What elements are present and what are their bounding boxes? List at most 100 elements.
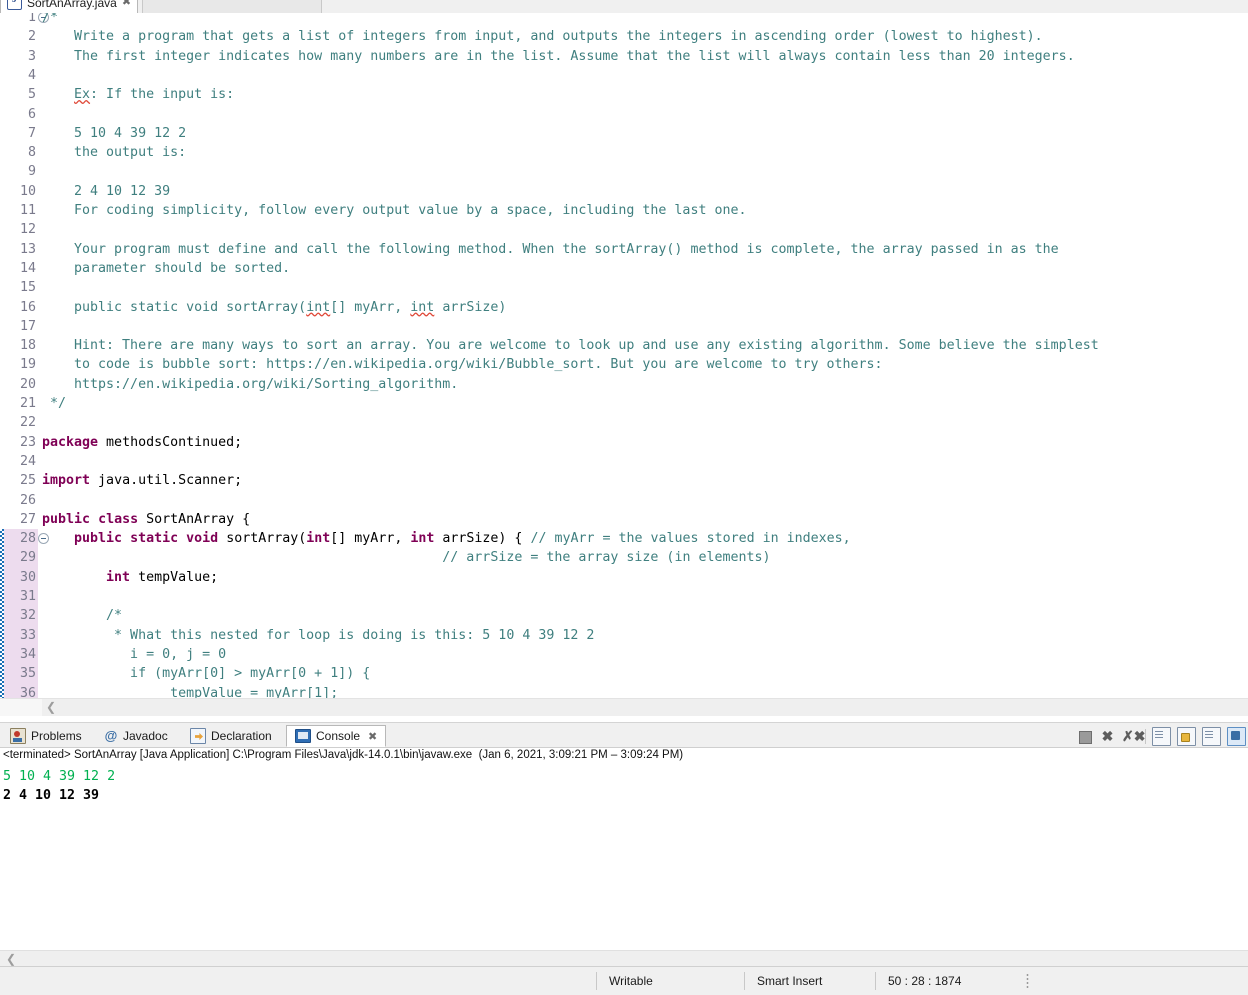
comment-token: 5 10 4 39 12 2 <box>42 125 187 141</box>
problems-icon <box>10 728 26 744</box>
comment-token: Your program must define and call the fo… <box>42 241 1059 257</box>
code-token: arrSize) { <box>434 531 531 547</box>
code-line[interactable]: // arrSize = the array size (in elements… <box>42 548 771 567</box>
code-line[interactable]: Write a program that gets a list of inte… <box>42 27 1043 46</box>
line-number: 32 <box>19 608 36 624</box>
code-line[interactable]: /* <box>42 606 122 625</box>
scroll-left-icon[interactable]: ❮ <box>42 699 60 716</box>
line-number: 1 <box>27 13 36 25</box>
code-line[interactable]: For coding simplicity, follow every outp… <box>42 201 746 220</box>
code-line[interactable]: tempValue = myArr[1]; <box>42 684 338 699</box>
line-number: 25 <box>19 473 36 489</box>
close-icon[interactable]: ✖ <box>368 730 377 743</box>
code-line[interactable]: Hint: There are many ways to sort an arr… <box>42 336 1099 355</box>
javadoc-icon: @ <box>104 728 118 743</box>
comment-token: i = 0, j = 0 <box>42 646 227 662</box>
pin-console-icon[interactable] <box>1227 726 1246 746</box>
code-token: sortArray( <box>218 531 307 547</box>
close-icon[interactable]: ✖ <box>122 0 131 8</box>
line-number: 20 <box>19 376 36 392</box>
line-number: 21 <box>19 396 36 411</box>
code-line[interactable]: 5 10 4 39 12 2 <box>42 124 186 143</box>
code-line[interactable]: to code is bubble sort: https://en.wikip… <box>42 355 883 374</box>
line-number: 31 <box>19 589 36 604</box>
bottom-tab-label: Javadoc <box>123 729 168 743</box>
remove-launch-icon[interactable]: ✖ <box>1099 728 1116 745</box>
bottom-tab-problems[interactable]: Problems <box>2 725 90 747</box>
bottom-tab-label: Problems <box>31 729 82 743</box>
code-token: java.util.Scanner; <box>90 473 243 489</box>
comment-token: * What this nested for loop is doing is … <box>42 627 595 643</box>
eclipse-ide-window: SortAnArray.java ✖ 1 /* 2 Write a program … <box>0 0 1248 995</box>
status-insert-mode: Smart Insert <box>757 974 823 988</box>
line-number: 27 <box>19 511 36 527</box>
code-line[interactable]: the output is: <box>42 143 186 162</box>
console-process-line: <terminated> SortAnArray [Java Applicati… <box>3 749 684 761</box>
code-line[interactable]: public class SortAnArray { <box>42 510 250 529</box>
bottom-tab-javadoc[interactable]: @ Javadoc <box>96 725 176 747</box>
scroll-lock-icon[interactable] <box>1177 726 1196 746</box>
status-writable: Writable <box>609 974 653 988</box>
code-line[interactable]: */ <box>42 394 66 413</box>
comment-token: tempValue = myArr[1]; <box>42 685 339 699</box>
line-number: 29 <box>19 550 36 566</box>
console-icon <box>295 729 311 743</box>
status-resize-handle[interactable] <box>1026 973 1029 989</box>
comment-token: // arrSize = the array size (in elements… <box>442 550 771 566</box>
line-number: 22 <box>19 415 36 431</box>
keyword-token: public <box>74 531 123 547</box>
console-output-line: 5 10 4 39 12 2 <box>3 769 116 784</box>
open-console-icon[interactable] <box>1152 726 1171 746</box>
keyword-token: package <box>42 434 99 450</box>
word-wrap-icon[interactable] <box>1202 726 1221 746</box>
code-line[interactable]: public static void sortArray(int[] myArr… <box>42 298 506 317</box>
code-line[interactable]: * What this nested for loop is doing is … <box>42 626 594 645</box>
editor-tab-sortanarray[interactable]: SortAnArray.java ✖ <box>0 0 139 13</box>
code-line[interactable]: import java.util.Scanner; <box>42 471 242 490</box>
code-line[interactable]: 2 4 10 12 39 <box>42 182 170 201</box>
code-line[interactable]: Your program must define and call the fo… <box>42 240 1059 259</box>
bottom-tab-console[interactable]: Console ✖ <box>286 725 387 747</box>
code-line[interactable]: /* <box>42 13 58 27</box>
code-token: methodsContinued; <box>98 434 243 450</box>
line-number: 26 <box>19 492 36 508</box>
status-bar: Writable Smart Insert 50 : 28 : 1874 <box>0 966 1248 995</box>
editor-tab-label: SortAnArray.java <box>27 0 117 10</box>
bottom-tab-label: Console <box>316 729 361 743</box>
code-line[interactable]: int tempValue; <box>42 568 218 587</box>
comment-token: int <box>410 299 435 315</box>
code-line[interactable]: i = 0, j = 0 <box>42 645 226 664</box>
line-number: 34 <box>19 646 36 662</box>
editor-horizontal-scrollbar[interactable]: ❮ <box>0 698 1248 716</box>
code-line[interactable]: parameter should be sorted. <box>42 259 290 278</box>
code-line[interactable]: public static void sortArray(int[] myArr… <box>42 529 851 548</box>
code-line[interactable]: package methodsContinued; <box>42 433 242 452</box>
line-number: 13 <box>19 241 36 257</box>
comment-token: For coding simplicity, follow every outp… <box>42 203 747 218</box>
declaration-icon <box>190 728 206 744</box>
terminate-icon[interactable] <box>1076 728 1093 745</box>
comment-token: [] myArr, <box>330 299 411 315</box>
code-editor[interactable]: 1 /* 2 Write a program that gets a list of… <box>0 13 1248 698</box>
editor-scroll-track[interactable] <box>42 699 1248 716</box>
console-output[interactable]: 5 10 4 39 12 2 2 4 10 12 39 <box>3 767 115 805</box>
line-number: 35 <box>19 666 36 682</box>
comment-token: arrSize) <box>434 299 507 315</box>
bottom-tab-declaration[interactable]: Declaration <box>182 725 280 747</box>
bottom-view-tab-strip: ✖ ✗✖ Problems @ Javadoc Declaration Console ✖ <box>0 723 1248 748</box>
code-line[interactable]: https://en.wikipedia.org/wiki/Sorting_al… <box>42 375 458 394</box>
code-line[interactable]: The first integer indicates how many num… <box>42 47 1075 66</box>
code-line[interactable]: if (myArr[0] > myArr[0 + 1]) { <box>42 664 370 683</box>
comment-token: the output is: <box>42 145 187 161</box>
code-line[interactable]: Ex: If the input is: <box>42 85 234 104</box>
remove-all-terminated-icon[interactable]: ✗✖ <box>1122 728 1145 745</box>
code-token: tempValue; <box>130 569 219 585</box>
line-number: 3 <box>27 48 36 64</box>
line-number: 14 <box>19 260 36 276</box>
line-number: 36 <box>19 685 36 699</box>
line-number: 9 <box>27 164 36 180</box>
keyword-token: void <box>186 531 219 547</box>
